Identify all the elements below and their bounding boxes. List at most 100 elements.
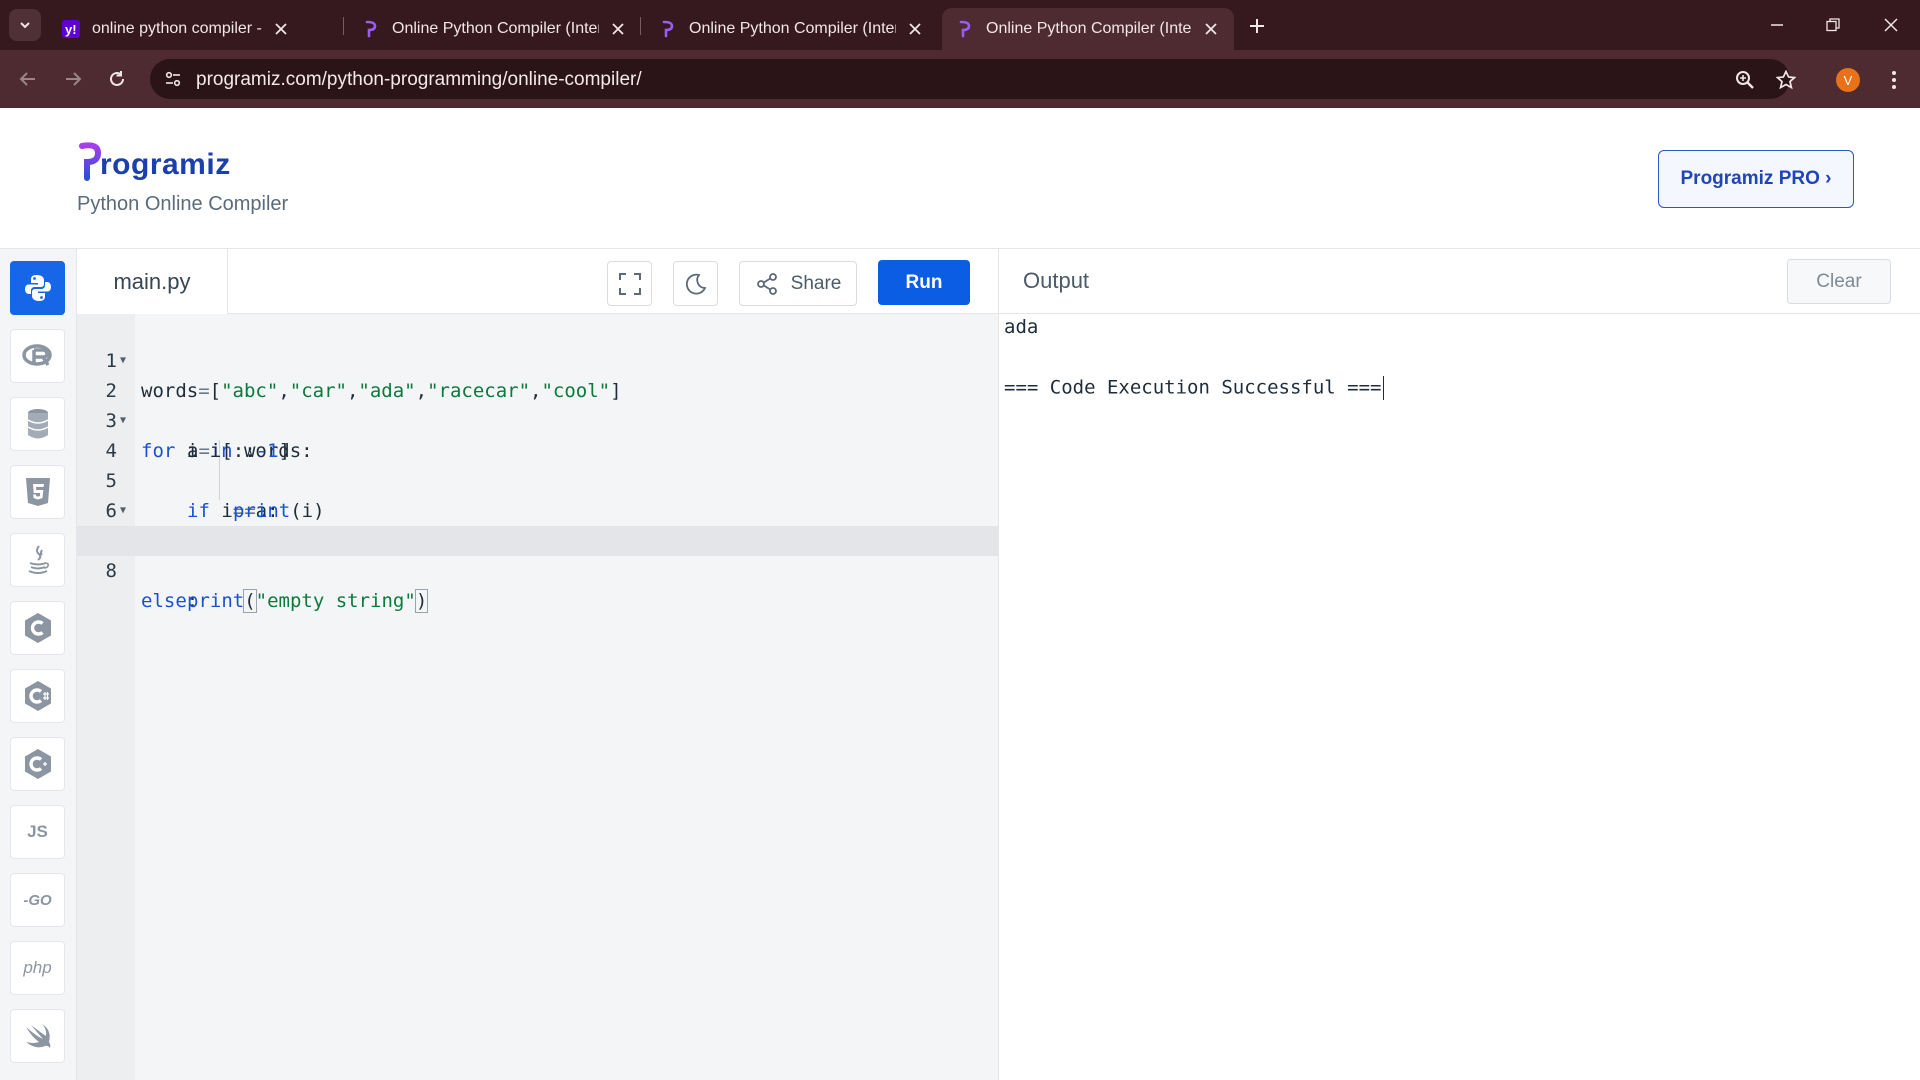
close-window-button[interactable] xyxy=(1868,10,1914,40)
plus-icon xyxy=(1250,19,1264,33)
swift-icon xyxy=(25,1024,50,1048)
cpp-icon xyxy=(24,749,51,779)
fullscreen-icon xyxy=(618,272,641,295)
address-bar[interactable]: programiz.com/python-programming/online-… xyxy=(150,59,1796,99)
text-caret xyxy=(1382,376,1384,400)
lang-r[interactable] xyxy=(10,329,65,383)
tab-title: Online Python Compiler (Interpreter) xyxy=(986,20,1192,37)
python-icon xyxy=(24,275,51,301)
fold-arrow-icon[interactable]: ▼ xyxy=(120,346,126,376)
restore-icon xyxy=(1826,18,1840,32)
line-number: 8 xyxy=(105,560,117,582)
tab-separator xyxy=(343,17,344,35)
go-icon: -GO xyxy=(23,891,52,909)
lang-html[interactable] xyxy=(10,465,65,519)
lang-js[interactable]: JS xyxy=(10,805,65,859)
site-info-icon[interactable] xyxy=(160,66,186,92)
page-header: rogramiz Python Online Compiler Programi… xyxy=(0,108,1920,249)
run-button[interactable]: Run xyxy=(878,260,970,305)
output-line-status: === Code Execution Successful === xyxy=(1004,376,1384,400)
new-tab-button[interactable] xyxy=(1243,12,1271,40)
bookmark-star-icon[interactable] xyxy=(1774,68,1798,92)
fold-arrow-icon[interactable]: ▼ xyxy=(120,406,126,436)
profile-avatar[interactable]: V xyxy=(1836,68,1860,92)
reload-button[interactable] xyxy=(100,62,134,96)
tab-yahoo[interactable]: y! online python compiler - Yahoo xyxy=(48,8,304,50)
php-icon: php xyxy=(23,958,52,977)
fullscreen-button[interactable] xyxy=(607,261,652,306)
lang-cpp[interactable] xyxy=(10,737,65,791)
chevron-down-icon xyxy=(20,22,30,29)
tab-title: online python compiler - Yahoo xyxy=(92,20,262,37)
browser-tabstrip: y! online python compiler - Yahoo Online… xyxy=(0,0,1920,50)
csharp-icon xyxy=(24,681,51,711)
lang-go[interactable]: -GO xyxy=(10,873,65,927)
forward-button[interactable] xyxy=(56,62,90,96)
theme-toggle-button[interactable] xyxy=(673,261,718,306)
close-icon[interactable] xyxy=(609,20,627,38)
code-line: 5 print(i) xyxy=(77,436,998,522)
reload-icon xyxy=(110,71,124,86)
lang-swift[interactable] xyxy=(10,1009,65,1063)
close-icon[interactable] xyxy=(906,20,924,38)
tab-programiz-2[interactable]: Online Python Compiler (Interpreter) xyxy=(645,8,938,50)
tab-separator xyxy=(640,17,641,35)
yahoo-icon: y! xyxy=(62,20,80,38)
close-icon xyxy=(1884,18,1898,32)
fold-arrow-icon[interactable]: ▼ xyxy=(120,496,126,526)
programiz-icon xyxy=(956,20,974,38)
more-vert-icon xyxy=(1892,71,1896,89)
svg-text:y!: y! xyxy=(65,22,77,37)
share-button[interactable]: Share xyxy=(739,261,857,306)
code-editor[interactable]: 1 words=["abc","car","ada","racecar","co… xyxy=(77,314,998,1080)
minimize-button[interactable] xyxy=(1754,10,1800,40)
tab-programiz-1[interactable]: Online Python Compiler (Interpreter) xyxy=(348,8,641,50)
back-button[interactable] xyxy=(11,62,45,96)
programiz-icon xyxy=(659,20,677,38)
minimize-icon xyxy=(1771,24,1783,26)
output-title: Output xyxy=(1023,268,1090,293)
programiz-pro-button[interactable]: Programiz PRO › xyxy=(1658,150,1854,208)
output-header: Output Clear xyxy=(998,249,1920,314)
code-line: 2 ▼ for i in words: xyxy=(77,346,998,462)
output-console[interactable]: ada === Code Execution Successful === xyxy=(998,314,1920,1080)
code-line: 3 a=i[::-1] xyxy=(77,376,998,462)
close-icon[interactable] xyxy=(1202,20,1220,38)
code-line: 6 break xyxy=(77,466,998,552)
tab-title: Online Python Compiler (Interpreter) xyxy=(689,20,896,37)
programiz-logo-icon xyxy=(79,142,102,181)
logo-wordmark: rogramiz xyxy=(100,148,231,181)
tab-programiz-active[interactable]: Online Python Compiler (Interpreter) xyxy=(942,8,1234,50)
code-line: 7 ▼ else: xyxy=(77,496,998,612)
code-line: 4 ▼ if i==a: xyxy=(77,406,998,522)
sql-icon xyxy=(27,409,48,439)
restore-button[interactable] xyxy=(1810,10,1856,40)
c-icon xyxy=(24,613,51,643)
js-icon: JS xyxy=(27,822,48,841)
html5-icon xyxy=(25,478,50,506)
share-label: Share xyxy=(790,272,842,294)
r-icon xyxy=(21,344,52,366)
lang-java[interactable] xyxy=(10,533,65,587)
tab-search-button[interactable] xyxy=(9,9,41,41)
programiz-logo[interactable]: rogramiz xyxy=(78,140,231,182)
arrow-right-icon xyxy=(66,72,82,86)
url-text: programiz.com/python-programming/online-… xyxy=(196,69,642,90)
programiz-icon xyxy=(362,20,380,38)
lang-python[interactable] xyxy=(10,261,65,315)
zoom-icon[interactable] xyxy=(1733,68,1757,92)
page-subtitle: Python Online Compiler xyxy=(77,193,289,215)
moon-icon xyxy=(685,273,706,294)
lang-csharp[interactable] xyxy=(10,669,65,723)
output-line: ada xyxy=(1004,316,1039,338)
file-tab-main[interactable]: main.py xyxy=(77,249,228,314)
code-line: 1 words=["abc","car","ada","racecar","co… xyxy=(77,316,998,402)
close-icon[interactable] xyxy=(272,20,290,38)
browser-menu-button[interactable] xyxy=(1880,66,1908,94)
lang-sql[interactable] xyxy=(10,397,65,451)
clear-button[interactable]: Clear xyxy=(1787,259,1891,304)
tab-title: Online Python Compiler (Interpreter) xyxy=(392,20,599,37)
language-sidebar: JS -GO php xyxy=(0,249,77,1080)
lang-c[interactable] xyxy=(10,601,65,655)
lang-php[interactable]: php xyxy=(10,941,65,995)
